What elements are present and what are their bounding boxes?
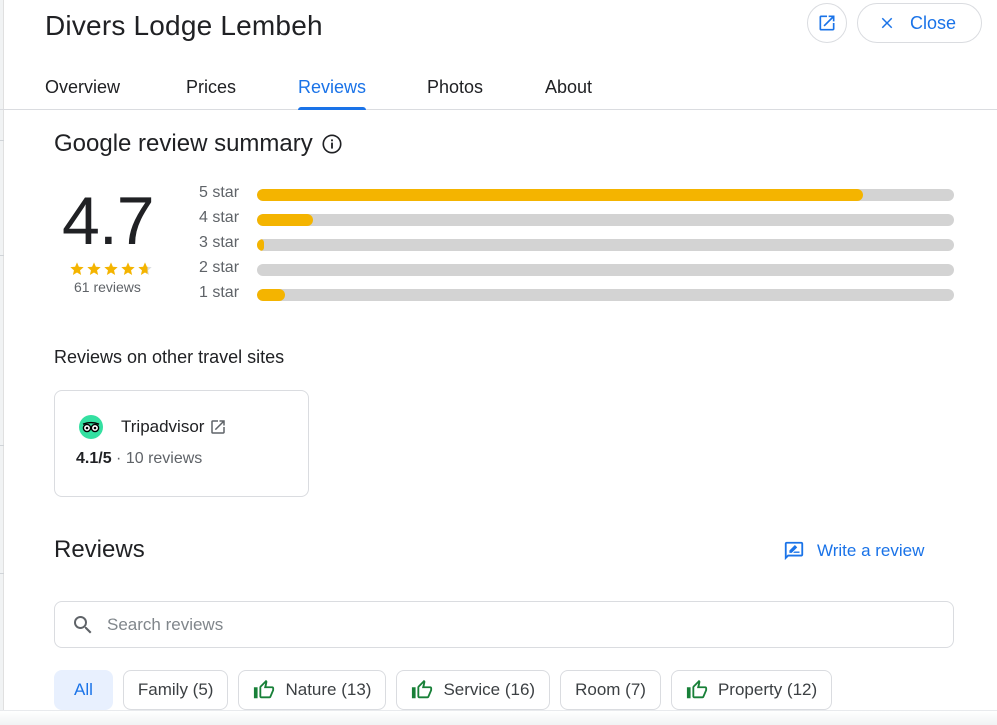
- tab-reviews[interactable]: Reviews: [298, 77, 367, 110]
- review-count: 61 reviews: [74, 279, 141, 295]
- rating-bar-fill: [257, 189, 864, 201]
- average-rating: 4.7: [62, 183, 155, 259]
- site-rating: 4.1/5 · 10 reviews: [76, 450, 202, 468]
- filter-chip-label: Nature (13): [285, 680, 372, 699]
- filter-chip[interactable]: Property (12): [670, 670, 833, 710]
- site-review-count: · 10 reviews: [116, 450, 203, 467]
- star-icon: [104, 262, 118, 275]
- rating-bar-fill: [257, 214, 313, 226]
- external-link-icon: [211, 420, 226, 434]
- review-summary-heading: Google review summary: [54, 130, 343, 158]
- open-in-new-button[interactable]: [807, 3, 847, 43]
- rating-bar-row: 4 star: [199, 208, 954, 228]
- review-summary-title: Google review summary: [54, 130, 313, 157]
- hotel-title: Divers Lodge Lembeh: [45, 10, 323, 41]
- rating-bar-track: [257, 264, 954, 276]
- open-in-new-icon: [819, 15, 835, 31]
- site-score: 4.1/5: [76, 450, 112, 467]
- filter-chip-label: Family (5): [137, 680, 214, 699]
- review-filter-chips: All Family (5) Nature (13) Service (16) Room…: [54, 670, 833, 710]
- rating-bar-label: 1 star: [199, 284, 240, 301]
- filter-chip[interactable]: Family (5): [122, 670, 229, 710]
- other-sites-heading: Reviews on other travel sites: [54, 347, 285, 367]
- rating-bar-label: 4 star: [199, 209, 240, 226]
- filter-chip-label: Service (16): [443, 680, 536, 699]
- star-icon: [121, 262, 135, 275]
- tripadvisor-card[interactable]: Tripadvisor 4.1/5 · 10 reviews: [54, 390, 309, 497]
- thumb-up-icon: [686, 679, 708, 699]
- thumb-up-icon: [412, 679, 433, 699]
- filter-chip[interactable]: Service (16): [396, 670, 551, 710]
- tab-bar: Overview Prices Reviews Photos About: [0, 62, 997, 110]
- review-search-box[interactable]: [54, 601, 954, 648]
- star-icon: [138, 262, 152, 275]
- tab-photos[interactable]: Photos: [427, 77, 483, 110]
- filter-chip-label: Room (7): [575, 680, 646, 699]
- rating-bar-label: 5 star: [199, 184, 240, 201]
- rating-bar-label: 2 star: [199, 259, 240, 276]
- write-review-button[interactable]: Write a review: [783, 540, 924, 562]
- rating-bar-row: 5 star: [199, 183, 954, 203]
- rating-bar-track: [257, 289, 954, 301]
- site-name-link[interactable]: Tripadvisor: [121, 417, 227, 437]
- rating-bar-row: 1 star: [199, 283, 954, 303]
- filter-chip[interactable]: Nature (13): [238, 670, 387, 710]
- tab-overview[interactable]: Overview: [45, 77, 120, 110]
- close-icon: [881, 17, 893, 29]
- rating-bar-fill: [257, 239, 264, 251]
- tab-about[interactable]: About: [545, 77, 592, 110]
- close-label: Close: [910, 12, 957, 33]
- close-button[interactable]: Close: [857, 3, 982, 43]
- search-icon: [74, 615, 92, 633]
- site-name: Tripadvisor: [121, 417, 205, 436]
- reviews-heading: Reviews: [54, 536, 145, 563]
- filter-chip[interactable]: All: [54, 670, 113, 710]
- star-icon: [87, 262, 101, 275]
- tab-prices[interactable]: Prices: [186, 77, 236, 110]
- bottom-divider: [0, 710, 997, 725]
- thumb-up-icon: [254, 679, 275, 699]
- rating-bar-track: [257, 239, 954, 251]
- filter-chip-label: Property (12): [717, 680, 818, 699]
- rating-bar-row: 3 star: [199, 233, 954, 253]
- rating-bar-label: 3 star: [199, 234, 240, 251]
- rating-bar-fill: [257, 289, 285, 301]
- filter-chip-label: All: [74, 680, 93, 699]
- info-icon[interactable]: [321, 133, 343, 155]
- rating-bar-track: [257, 214, 954, 226]
- search-reviews-input[interactable]: [107, 614, 907, 635]
- rate-review-icon: [784, 541, 804, 561]
- rating-bar-track: [257, 189, 954, 201]
- rating-bar-row: 2 star: [199, 258, 954, 278]
- star-rating: [69, 261, 153, 277]
- tripadvisor-logo-icon: [79, 415, 103, 439]
- star-icon: [70, 262, 84, 275]
- write-review-label: Write a review: [817, 541, 925, 560]
- filter-chip[interactable]: Room (7): [560, 670, 661, 710]
